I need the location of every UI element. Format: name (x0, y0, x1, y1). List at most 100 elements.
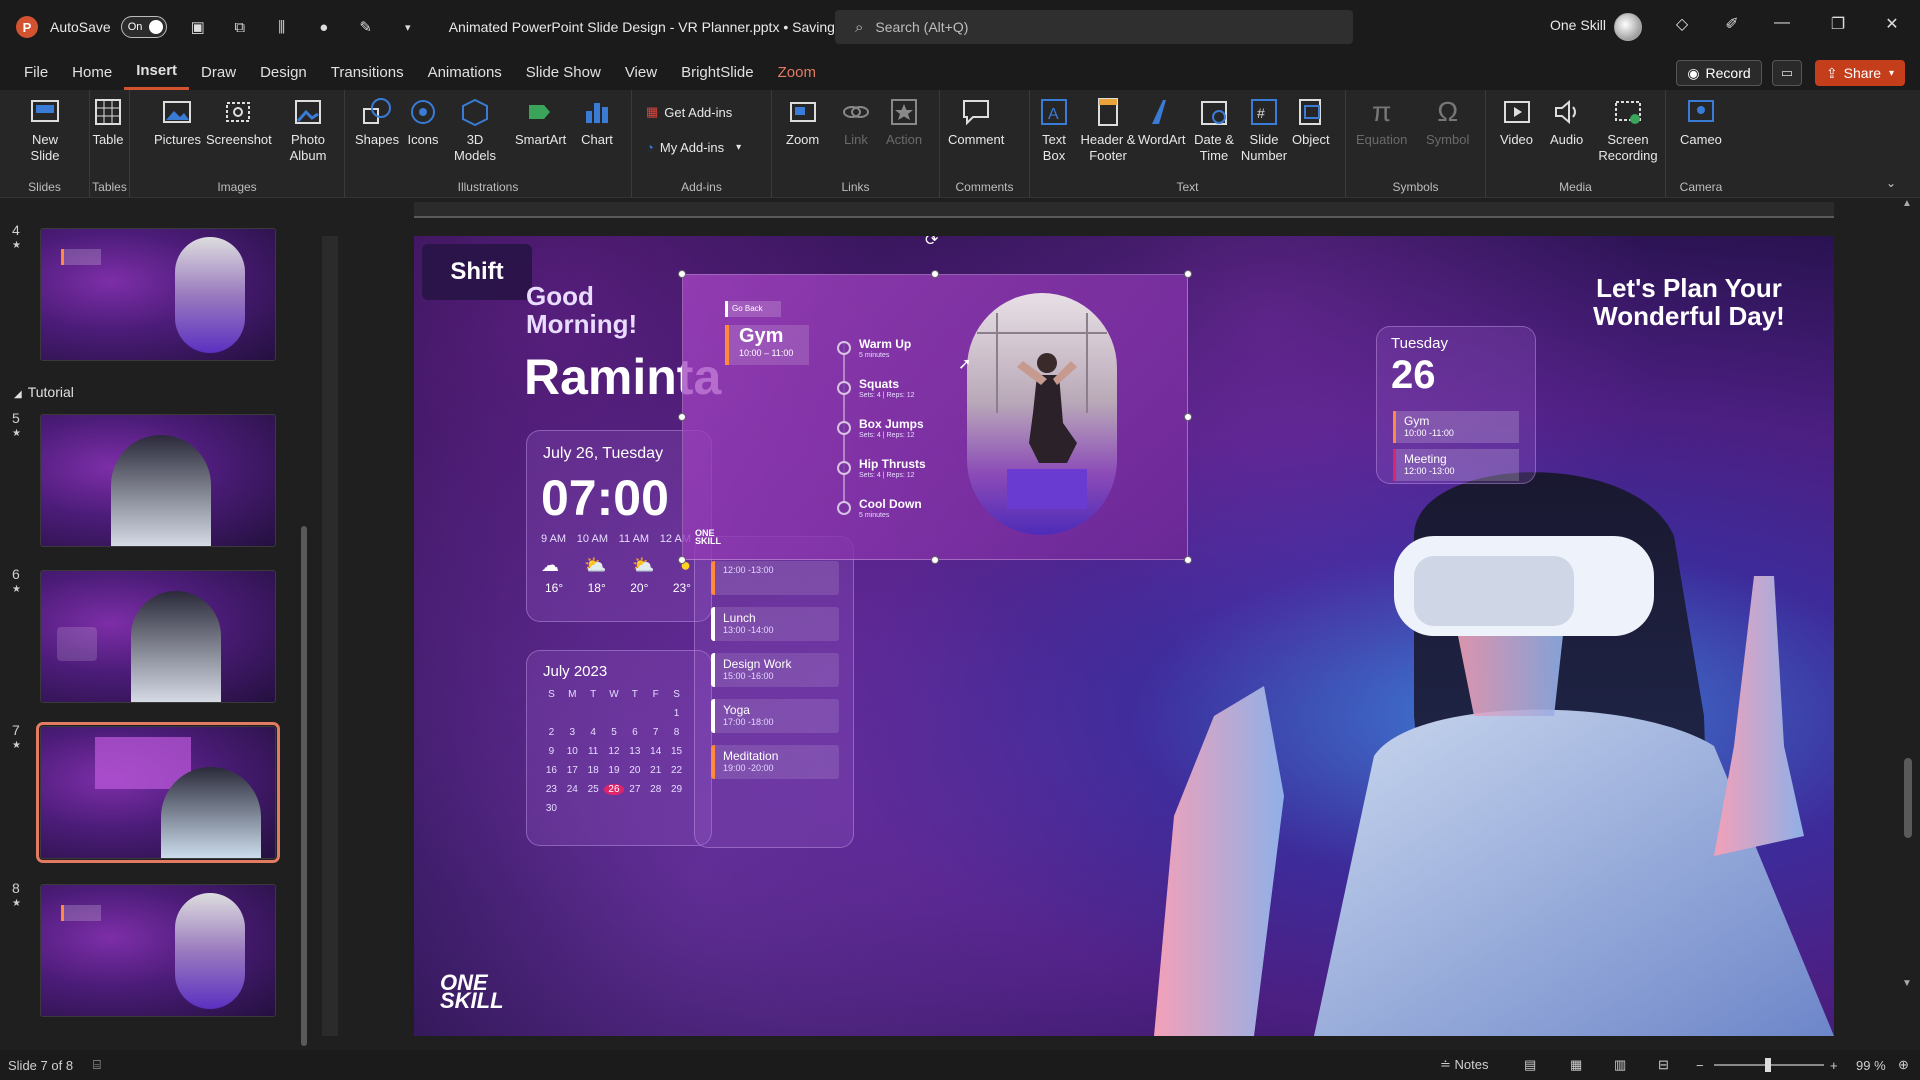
tab-file[interactable]: File (12, 54, 60, 90)
align-icon[interactable]: ⫼ (271, 16, 293, 38)
calendar-day[interactable]: 27 (624, 784, 645, 795)
fit-slide-icon[interactable]: ⊕ (1898, 1057, 1909, 1073)
calendar-day[interactable]: 16 (541, 765, 562, 776)
format-painter-icon[interactable]: ✎ (355, 16, 377, 38)
pen-icon[interactable]: ✐ (1720, 14, 1744, 34)
resize-handle[interactable] (678, 270, 686, 278)
calendar-day[interactable]: 25 (583, 784, 604, 795)
calendar-day[interactable]: 12 (604, 746, 625, 757)
audio-button[interactable]: Audio (1550, 96, 1583, 148)
slide-thumbnail-6[interactable] (40, 570, 276, 703)
slide-thumbnail-5[interactable] (40, 414, 276, 547)
resize-handle[interactable] (1184, 413, 1192, 421)
screenshot-button[interactable]: Screenshot (206, 96, 272, 148)
calendar-day[interactable]: 15 (666, 746, 687, 757)
account-name[interactable]: One Skill (1550, 17, 1606, 33)
plan-title[interactable]: Let's Plan Your Wonderful Day! (1564, 274, 1814, 330)
video-button[interactable]: Video (1500, 96, 1533, 148)
comments-button[interactable]: ▭ (1772, 60, 1802, 86)
shift-tag[interactable]: Shift (422, 244, 532, 300)
tab-home[interactable]: Home (60, 54, 124, 90)
zoom-slider[interactable] (1714, 1058, 1824, 1072)
shapes-button[interactable]: Shapes (355, 96, 399, 148)
resize-handle[interactable] (678, 556, 686, 564)
gym-card[interactable]: Gym 10:00 – 11:00 (725, 325, 809, 365)
accessibility-icon[interactable]: ⌸ (93, 1057, 101, 1073)
get-addins-button[interactable]: ▦ Get Add-ins (646, 104, 732, 120)
calendar-card[interactable]: July 2023 S M T W T F S 1 2 3 4 5 6 7 8 9 10 11 12 13 14 15 16… (526, 650, 712, 846)
tab-zoom[interactable]: Zoom (766, 54, 828, 90)
calendar-day[interactable]: 14 (645, 746, 666, 757)
collapse-ribbon-icon[interactable]: ⌄ (1886, 176, 1896, 190)
calendar-day[interactable]: 23 (541, 784, 562, 795)
document-title[interactable]: Animated PowerPoint Slide Design - VR Pl… (449, 19, 847, 35)
avatar[interactable] (1614, 13, 1642, 41)
scroll-down-icon[interactable]: ▼ (1902, 978, 1912, 989)
schedule-card[interactable]: 12:00 -13:00 Lunch 13:00 -14:00 Design W… (694, 536, 854, 848)
zoom-out-icon[interactable]: − (1696, 1058, 1704, 1073)
calendar-day[interactable]: 10 (562, 746, 583, 757)
slide-canvas[interactable]: Shift Good Morning! Raminta Let's Plan Y… (414, 236, 1834, 1036)
greeting[interactable]: Good Morning! (526, 282, 637, 338)
restore-icon[interactable]: ❐ (1826, 14, 1850, 34)
zoom-level[interactable]: 99 % (1856, 1058, 1886, 1073)
slideshow-icon[interactable]: ⊟ (1658, 1057, 1669, 1073)
calendar-day[interactable]: 1 (666, 708, 687, 719)
resize-handle[interactable] (931, 556, 939, 564)
slide-sorter-icon[interactable]: ▦ (1570, 1057, 1582, 1073)
header-footer-button[interactable]: Header & Footer (1078, 96, 1138, 164)
tab-view[interactable]: View (613, 54, 669, 90)
photo-album-button[interactable]: Photo Album (280, 96, 336, 164)
thumbnail-scrollbar[interactable] (300, 206, 308, 1046)
slide-thumbnail-4[interactable] (40, 228, 276, 361)
search-input[interactable]: ⌕ Search (Alt+Q) (835, 10, 1353, 44)
minimize-icon[interactable]: — (1770, 14, 1794, 32)
tab-slide-show[interactable]: Slide Show (514, 54, 613, 90)
text-box-button[interactable]: A Text Box (1034, 96, 1074, 164)
gym-panel-selected[interactable]: Go Back Gym 10:00 – 11:00 Warm Up 5 minut… (682, 274, 1188, 560)
cameo-button[interactable]: Cameo (1680, 96, 1722, 148)
editor-vertical-scrollbar[interactable]: ▲ ▼ (1902, 198, 1914, 1028)
slide-thumbnail-7[interactable] (36, 722, 280, 863)
screen-recording-button[interactable]: Screen Recording (1596, 96, 1660, 164)
new-slide-button[interactable]: New Slide (20, 96, 70, 164)
schedule-item[interactable]: Design Work 15:00 -16:00 (711, 653, 839, 687)
notes-button[interactable]: ≐ Notes (1440, 1057, 1488, 1073)
equation-button[interactable]: π Equation (1356, 96, 1407, 148)
calendar-day[interactable]: 30 (541, 803, 562, 814)
tab-transitions[interactable]: Transitions (319, 54, 416, 90)
calendar-day[interactable]: 28 (645, 784, 666, 795)
date-time-button[interactable]: Date & Time (1194, 96, 1234, 164)
go-back-button[interactable]: Go Back (725, 301, 781, 317)
slide-thumbnail-8[interactable] (40, 884, 276, 1017)
calendar-day[interactable]: 6 (624, 727, 645, 738)
schedule-item[interactable]: Lunch 13:00 -14:00 (711, 607, 839, 641)
normal-view-icon[interactable]: ▤ (1524, 1057, 1536, 1073)
calendar-day[interactable]: 18 (583, 765, 604, 776)
calendar-day[interactable]: 5 (604, 727, 625, 738)
calendar-day[interactable]: 20 (624, 765, 645, 776)
diamond-icon[interactable]: ◇ (1670, 14, 1694, 34)
calendar-day[interactable]: 11 (583, 746, 604, 757)
section-tutorial[interactable]: ◢ Tutorial (14, 384, 74, 400)
rotate-handle-icon[interactable]: ⟳ (925, 236, 938, 250)
calendar-day[interactable]: 24 (562, 784, 583, 795)
schedule-item[interactable]: Meditation 19:00 -20:00 (711, 745, 839, 779)
calendar-day[interactable]: 3 (562, 727, 583, 738)
smartart-button[interactable]: SmartArt (515, 96, 566, 148)
calendar-day[interactable]: 8 (666, 727, 687, 738)
calendar-day[interactable]: 2 (541, 727, 562, 738)
calendar-day[interactable]: 13 (624, 746, 645, 757)
calendar-day[interactable]: 19 (604, 765, 625, 776)
tab-animations[interactable]: Animations (416, 54, 514, 90)
table-button[interactable]: Table (92, 96, 124, 148)
record-button[interactable]: ◉ Record (1676, 60, 1762, 86)
resize-handle[interactable] (931, 270, 939, 278)
schedule-item[interactable]: 12:00 -13:00 (711, 561, 839, 595)
share-button[interactable]: ⇪ Share ▾ (1815, 60, 1905, 86)
wordart-button[interactable]: WordArt (1138, 96, 1185, 148)
reading-view-icon[interactable]: ▥ (1614, 1057, 1626, 1073)
calendar-day[interactable]: 29 (666, 784, 687, 795)
calendar-day[interactable]: 21 (645, 765, 666, 776)
link-button[interactable]: Link (840, 96, 872, 148)
